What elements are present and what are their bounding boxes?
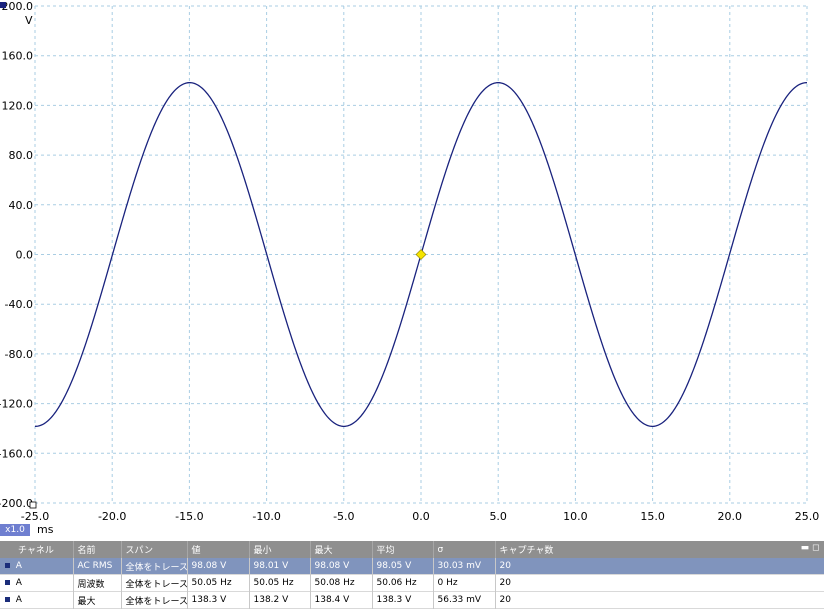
y-unit-label: V — [25, 14, 33, 27]
header-min[interactable]: 最小 — [249, 541, 311, 558]
y-tick-label: -200.0 — [0, 497, 33, 510]
table-header-row: チャネル 名前 スパン 値 最小 最大 平均 σ キャプチャ数 ▬ ◻ — [0, 541, 824, 558]
max-cell: 98.08 V — [310, 558, 373, 575]
x-tick-label: 5.0 — [489, 510, 507, 523]
table-row[interactable]: A 最大 全体をトレース 138.3 V 138.2 V 138.4 V 138… — [0, 591, 824, 609]
y-tick-label: 80.0 — [9, 149, 34, 162]
x-tick-label: -25.0 — [21, 510, 49, 523]
max-cell: 138.4 V — [310, 591, 373, 609]
value-cell: 50.05 Hz — [187, 574, 250, 592]
span-cell: 全体をトレース — [121, 558, 188, 575]
x-tick-label: -20.0 — [98, 510, 126, 523]
capture-count-cell: 20 — [495, 558, 824, 575]
x-tick-label: -15.0 — [175, 510, 203, 523]
header-sigma[interactable]: σ — [433, 541, 496, 558]
value-cell: 98.08 V — [187, 558, 250, 575]
value-cell: 138.3 V — [187, 591, 250, 609]
header-average[interactable]: 平均 — [372, 541, 434, 558]
axis-labels: -25.0 -20.0 -15.0 -10.0 -5.0 0.0 5.0 10.0 15.0 20… — [0, 0, 819, 523]
y-tick-label: 160.0 — [2, 50, 34, 63]
average-cell: 98.05 V — [372, 558, 434, 575]
header-value[interactable]: 値 — [187, 541, 250, 558]
x-tick-label: 20.0 — [718, 510, 743, 523]
y-tick-label: -160.0 — [0, 447, 33, 460]
sigma-cell: 0 Hz — [433, 574, 496, 592]
markers — [415, 249, 427, 260]
max-cell: 50.08 Hz — [310, 574, 373, 592]
channel-color-icon — [5, 563, 10, 568]
ruler-handle-icon[interactable] — [29, 501, 37, 509]
x-tick-label: 25.0 — [795, 510, 820, 523]
x-tick-label: 15.0 — [640, 510, 665, 523]
table-row[interactable]: A AC RMS 全体をトレース 98.08 V 98.01 V 98.08 V… — [0, 558, 824, 575]
y-tick-label: -80.0 — [5, 348, 33, 361]
capture-count-cell: 20 — [495, 591, 824, 609]
header-name[interactable]: 名前 — [73, 541, 122, 558]
channel-cell: A — [0, 574, 74, 592]
y-tick-label: 120.0 — [2, 99, 34, 112]
min-cell: 50.05 Hz — [249, 574, 311, 592]
min-cell: 98.01 V — [249, 558, 311, 575]
x-tick-label: 10.0 — [563, 510, 588, 523]
scope-view[interactable]: -25.0 -20.0 -15.0 -10.0 -5.0 0.0 5.0 10.0 15.0 20… — [0, 0, 824, 540]
x-tick-label: 0.0 — [412, 510, 430, 523]
name-cell: 周波数 — [73, 574, 122, 592]
name-cell: AC RMS — [73, 558, 122, 575]
zoom-badge[interactable]: x1.0 — [0, 524, 30, 536]
channel-a-indicator-icon[interactable] — [0, 2, 6, 8]
average-cell: 138.3 V — [372, 591, 434, 609]
header-max[interactable]: 最大 — [310, 541, 373, 558]
x-tick-label: -10.0 — [252, 510, 280, 523]
channel-cell: A — [0, 591, 74, 609]
channel-color-icon — [5, 580, 10, 585]
header-span[interactable]: スパン — [121, 541, 188, 558]
trigger-marker-icon[interactable] — [415, 249, 427, 260]
average-cell: 50.06 Hz — [372, 574, 434, 592]
y-tick-label: 0.0 — [16, 249, 34, 262]
y-tick-label: -40.0 — [5, 298, 33, 311]
channel-color-icon — [5, 597, 10, 602]
min-cell: 138.2 V — [249, 591, 311, 609]
x-tick-label: -5.0 — [333, 510, 354, 523]
y-tick-label: 200.0 — [2, 0, 34, 13]
header-channel[interactable]: チャネル — [0, 541, 74, 558]
header-capture-count[interactable]: キャプチャ数 ▬ ◻ — [495, 541, 824, 558]
scope-plot[interactable]: -25.0 -20.0 -15.0 -10.0 -5.0 0.0 5.0 10.0 15.0 20… — [0, 0, 824, 540]
y-tick-label: -120.0 — [0, 398, 33, 411]
sigma-cell: 56.33 mV — [433, 591, 496, 609]
span-cell: 全体をトレース — [121, 591, 188, 609]
window-controls-icon[interactable]: ▬ ◻ — [801, 543, 820, 553]
channel-cell: A — [0, 558, 74, 575]
table-row[interactable]: A 周波数 全体をトレース 50.05 Hz 50.05 Hz 50.08 Hz… — [0, 574, 824, 592]
sigma-cell: 30.03 mV — [433, 558, 496, 575]
time-unit-label: ms — [37, 523, 54, 536]
name-cell: 最大 — [73, 591, 122, 609]
capture-count-cell: 20 — [495, 574, 824, 592]
y-tick-label: 40.0 — [9, 199, 34, 212]
span-cell: 全体をトレース — [121, 574, 188, 592]
measurements-table: チャネル 名前 スパン 値 最小 最大 平均 σ キャプチャ数 ▬ ◻ A AC… — [0, 541, 824, 609]
